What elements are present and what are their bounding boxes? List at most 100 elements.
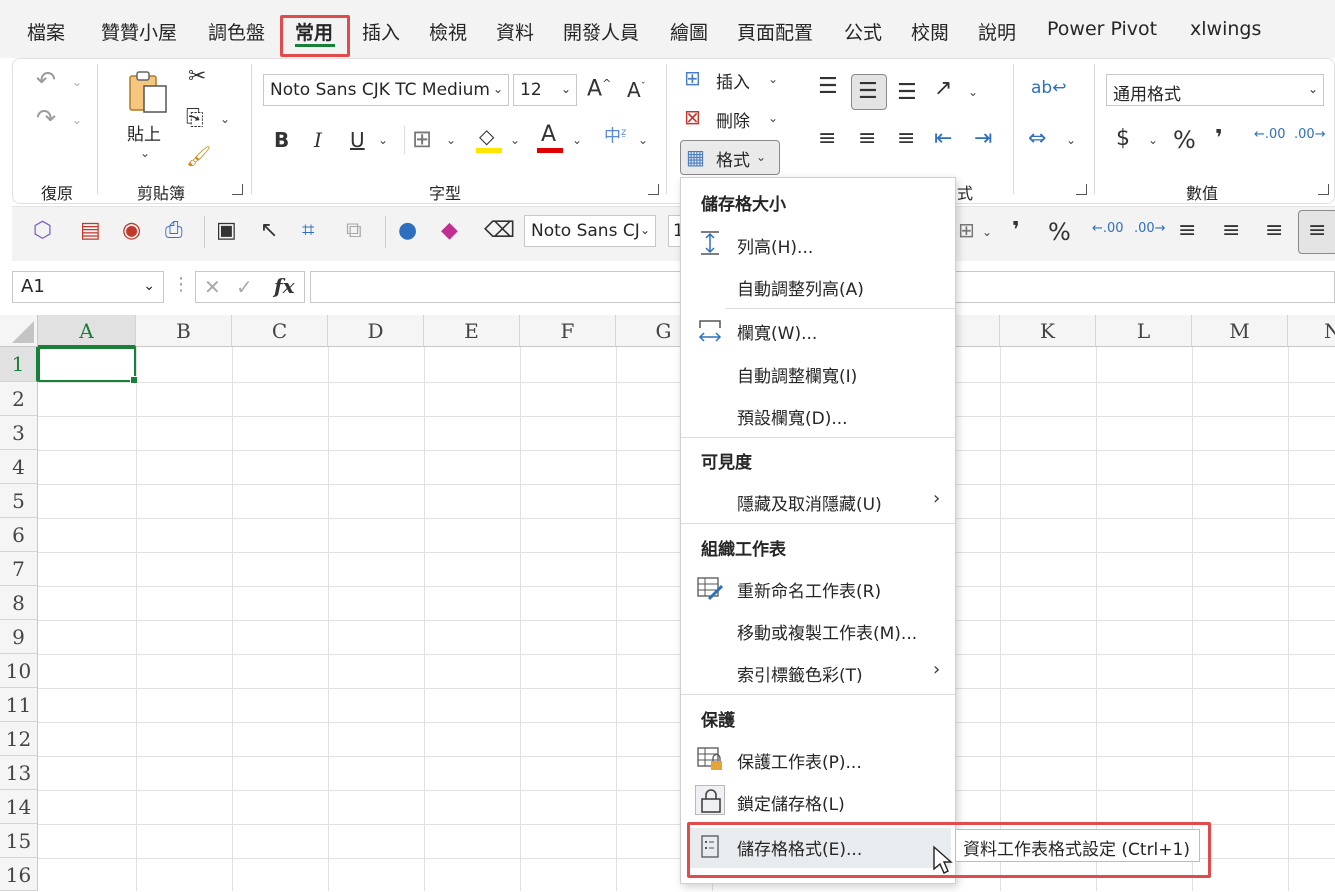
increase-indent-icon[interactable]: ⇥ <box>974 128 992 150</box>
number-format-dropdown-icon[interactable]: ⌄ <box>1308 82 1318 96</box>
insert-function-icon[interactable]: fx <box>274 276 295 296</box>
circle-shape-icon[interactable]: ● <box>398 220 417 242</box>
copy-dropdown-icon[interactable]: ⌄ <box>220 112 230 126</box>
copy-icon[interactable]: ⎘ <box>186 108 204 130</box>
row-header[interactable]: 6 <box>0 518 38 552</box>
align-bottom-icon[interactable]: ☰ <box>897 82 917 104</box>
alignment-launcher-icon[interactable] <box>1076 184 1087 195</box>
column-header[interactable]: F <box>520 315 616 347</box>
align-top-icon[interactable]: ☰ <box>818 76 838 98</box>
tab-help[interactable]: 說明 <box>978 18 1016 45</box>
column-header[interactable]: A <box>38 315 136 347</box>
font-name-dropdown-icon[interactable]: ⌄ <box>493 82 503 96</box>
qat-borders-dropdown-icon[interactable]: ⌄ <box>982 225 992 239</box>
menu-item-hide-unhide[interactable]: 隱藏及取消隱藏(U) <box>737 490 882 515</box>
menu-item-row-height[interactable]: 列高(H)... <box>737 233 813 258</box>
qat-decrease-decimal-icon[interactable]: .00→ <box>1134 222 1166 235</box>
qat-align-right-icon[interactable]: ≡ <box>1265 220 1283 242</box>
font-color-icon[interactable]: A <box>541 124 556 146</box>
paste-button-label[interactable]: 貼上 <box>127 120 161 145</box>
redo-icon[interactable]: ↷ <box>36 106 56 130</box>
orientation-icon[interactable]: ↗ <box>934 78 952 100</box>
underline-dropdown-icon[interactable]: ⌄ <box>378 133 388 147</box>
tab-zanzan[interactable]: 贊贊小屋 <box>101 18 177 45</box>
undo-icon[interactable]: ↶ <box>36 68 56 92</box>
3d-box-icon[interactable]: ⬡ <box>33 220 52 242</box>
delete-cells-label[interactable]: 刪除 <box>716 107 750 132</box>
redo-dropdown-icon[interactable]: ⌄ <box>72 113 82 127</box>
phonetic-guide-icon[interactable]: 中ẕ <box>604 128 626 146</box>
row-header[interactable]: 3 <box>0 416 38 450</box>
worksheet-grid[interactable] <box>0 315 1335 891</box>
print-preview-icon[interactable]: ⎙ <box>165 220 183 242</box>
bold-icon[interactable]: B <box>274 130 289 150</box>
crop-icon[interactable]: ⌗ <box>302 220 314 242</box>
delete-cells-icon[interactable]: ⊠ <box>684 107 701 127</box>
qat-align-center-icon[interactable]: ≡ <box>1222 220 1240 242</box>
currency-dropdown-icon[interactable]: ⌄ <box>1148 133 1158 147</box>
tab-power-pivot[interactable]: Power Pivot <box>1047 18 1157 40</box>
comma-style-icon[interactable]: ❜ <box>1215 128 1223 150</box>
column-header[interactable]: C <box>232 315 328 347</box>
insert-dropdown-icon[interactable]: ⌄ <box>768 72 778 86</box>
menu-item-lock-cell[interactable]: 鎖定儲存格(L) <box>737 790 845 815</box>
column-header[interactable]: M <box>1192 315 1288 347</box>
row-header[interactable]: 11 <box>0 688 38 722</box>
borders-dropdown-icon[interactable]: ⌄ <box>446 133 456 147</box>
percent-icon[interactable]: % <box>1173 128 1196 152</box>
increase-font-icon[interactable]: A^ <box>587 78 611 100</box>
row-header[interactable]: 15 <box>0 824 38 858</box>
tab-review[interactable]: 校閱 <box>911 18 949 45</box>
column-header[interactable]: D <box>328 315 424 347</box>
qat-font-name-dropdown-icon[interactable]: ⌄ <box>640 223 650 237</box>
column-header[interactable]: B <box>136 315 232 347</box>
decrease-indent-icon[interactable]: ⇤ <box>934 128 952 150</box>
menu-item-tab-color[interactable]: 索引標籤色彩(T) <box>737 661 863 686</box>
borders-icon[interactable]: ⊞ <box>412 127 432 151</box>
tab-xlwings[interactable]: xlwings <box>1190 18 1261 40</box>
select-pointer-icon[interactable]: ↖ <box>260 220 278 242</box>
decrease-decimal-icon[interactable]: .00→ <box>1294 128 1326 141</box>
name-box-dropdown-icon[interactable]: ⌄ <box>143 278 155 294</box>
font-name-combo[interactable]: Noto Sans CJK TC Medium ⌄ <box>263 74 509 106</box>
font-launcher-icon[interactable] <box>648 184 659 195</box>
group-objects-icon[interactable]: ⧉ <box>346 220 362 242</box>
tab-palette[interactable]: 調色盤 <box>208 18 265 45</box>
row-header[interactable]: 1 <box>0 347 38 382</box>
number-format-combo[interactable]: 通用格式 ⌄ <box>1106 74 1324 106</box>
menu-item-autofit-column[interactable]: 自動調整欄寬(I) <box>737 362 857 387</box>
tab-page-layout[interactable]: 頁面配置 <box>737 18 813 45</box>
tab-formulas[interactable]: 公式 <box>844 18 882 45</box>
fill-color-icon[interactable]: ◇ <box>479 126 494 146</box>
delete-dropdown-icon[interactable]: ⌄ <box>768 111 778 125</box>
align-right-icon[interactable]: ≡ <box>897 128 915 150</box>
wrap-text-icon[interactable]: ab↩ <box>1031 80 1066 97</box>
menu-item-move-copy-sheet[interactable]: 移動或複製工作表(M)... <box>737 619 917 644</box>
picture-icon[interactable]: ▣ <box>216 220 237 242</box>
fill-color-dropdown-icon[interactable]: ⌄ <box>510 133 520 147</box>
phonetic-dropdown-icon[interactable]: ⌄ <box>638 133 648 147</box>
more-options-icon[interactable]: ⋮ <box>172 276 190 294</box>
enter-icon[interactable]: ✓ <box>236 277 253 297</box>
menu-item-autofit-row[interactable]: 自動調整列高(A) <box>737 275 864 300</box>
paste-icon[interactable] <box>128 70 167 113</box>
undo-dropdown-icon[interactable]: ⌄ <box>72 75 82 89</box>
qat-font-name-combo[interactable]: Noto Sans CJ ⌄ <box>524 215 656 247</box>
merge-dropdown-icon[interactable]: ⌄ <box>1066 133 1076 147</box>
row-header[interactable]: 7 <box>0 552 38 586</box>
active-cell[interactable] <box>38 347 138 384</box>
font-color-dropdown-icon[interactable]: ⌄ <box>572 133 582 147</box>
row-header[interactable]: 8 <box>0 586 38 620</box>
tab-view[interactable]: 檢視 <box>429 18 467 45</box>
column-header[interactable]: E <box>424 315 520 347</box>
qat-comma-icon[interactable]: ❜ <box>1012 220 1020 242</box>
merge-center-icon[interactable]: ⇔ <box>1028 128 1046 150</box>
row-header[interactable]: 14 <box>0 790 38 824</box>
font-size-combo[interactable]: 12 ⌄ <box>513 74 577 106</box>
increase-decimal-icon[interactable]: ←.00 <box>1254 128 1286 141</box>
form-icon[interactable]: ▤ <box>80 220 101 242</box>
orientation-dropdown-icon[interactable]: ⌄ <box>968 85 978 99</box>
row-header[interactable]: 12 <box>0 722 38 756</box>
eraser-icon[interactable]: ◆ <box>441 220 458 242</box>
row-header[interactable]: 4 <box>0 450 38 484</box>
